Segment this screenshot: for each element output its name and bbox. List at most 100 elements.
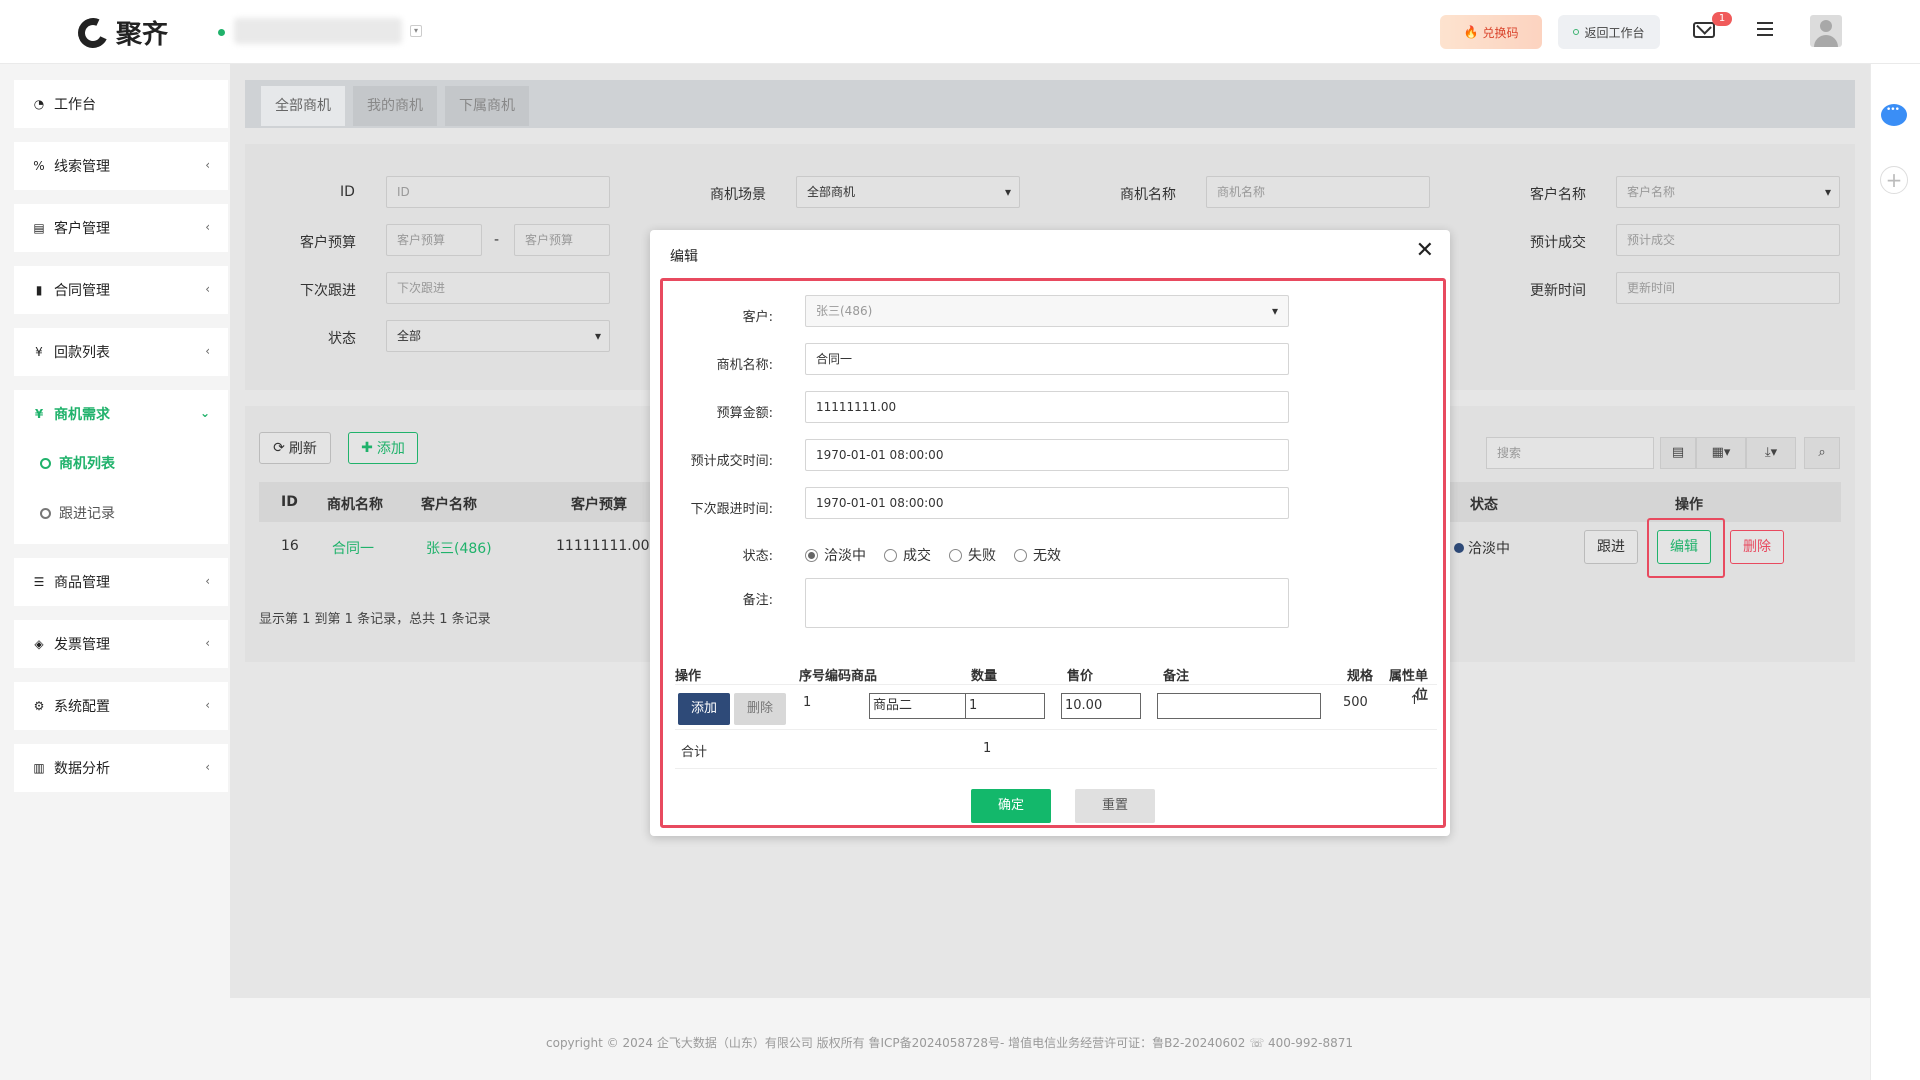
product-remark-input[interactable]: [1157, 693, 1321, 719]
footer-copyright: copyright © 2024 企飞大数据（山东）有限公司 版权所有 鲁ICP…: [546, 1036, 1354, 1050]
sidebar-item-customers[interactable]: ▤ 客户管理 ‹: [14, 204, 228, 252]
chevron-left-icon: ‹: [205, 220, 210, 234]
tab-all-opportunities[interactable]: 全部商机: [261, 86, 345, 126]
sidebar-item-settings[interactable]: ⚙ 系统配置 ‹: [14, 682, 228, 730]
reset-button[interactable]: 重置: [1075, 789, 1155, 823]
filter-budget-max-input[interactable]: 客户预算: [514, 224, 610, 256]
avatar[interactable]: [1810, 15, 1842, 47]
sidebar-item-payments[interactable]: ¥ 回款列表 ‹: [14, 328, 228, 376]
status-radio-deal[interactable]: 成交: [884, 545, 931, 565]
table-view-icon[interactable]: ▤: [1660, 437, 1696, 469]
filter-customer-select[interactable]: 客户名称: [1616, 176, 1840, 208]
radio-checked-icon: [805, 548, 818, 562]
remark-textarea[interactable]: [805, 578, 1289, 628]
filter-updated-input[interactable]: 更新时间: [1616, 272, 1840, 304]
chevron-left-icon: ‹: [205, 760, 210, 774]
filter-next-input[interactable]: 下次跟进: [386, 272, 610, 304]
status-radio-failed[interactable]: 失败: [949, 545, 996, 565]
redeem-button[interactable]: 🔥 兑换码: [1440, 15, 1542, 49]
search-icon[interactable]: ⌕: [1804, 437, 1840, 469]
filter-scene-select[interactable]: 全部商机: [796, 176, 1020, 208]
status-label: 状态:: [742, 549, 773, 564]
chevron-left-icon: ‹: [205, 282, 210, 296]
sum-label: 合计: [681, 745, 708, 760]
org-switcher[interactable]: [234, 18, 402, 44]
sidebar-item-workbench[interactable]: ◔ 工作台: [14, 80, 228, 128]
column-header-attr: 属性: [1389, 669, 1416, 684]
edit-highlight-box: [1647, 518, 1725, 578]
gears-icon: ⚙: [33, 699, 45, 713]
sidebar-item-products[interactable]: ☰ 商品管理 ‹: [14, 558, 228, 606]
sidebar: ◔ 工作台 % 线索管理 ‹ ▤ 客户管理 ‹ ▮ 合同管理 ‹ ¥ 回款列表 …: [14, 80, 228, 806]
sidebar-item-opportunities[interactable]: ¥ 商机需求 ⌄: [14, 390, 228, 438]
sidebar-item-analytics[interactable]: ▥ 数据分析 ‹: [14, 744, 228, 792]
filter-status-select[interactable]: 全部: [386, 320, 610, 352]
product-name-input[interactable]: 商品二: [869, 693, 969, 719]
hamburger-menu-icon[interactable]: [1757, 22, 1773, 36]
column-header-seq: 序号: [799, 669, 826, 684]
filter-status-label: 状态: [328, 331, 356, 347]
next-followup-input[interactable]: 1970-01-01 08:00:00: [805, 487, 1289, 519]
column-header-customer: 客户名称: [421, 497, 477, 513]
mail-icon[interactable]: [1693, 22, 1715, 38]
tab-my-opportunities[interactable]: 我的商机: [353, 86, 437, 126]
product-table-header: 操作 序号 编码 商品 数量 售价 备注 规格 属性 单位: [675, 663, 1437, 703]
product-qty-input[interactable]: 1: [965, 693, 1045, 719]
sidebar-item-contracts[interactable]: ▮ 合同管理 ‹: [14, 266, 228, 314]
arrow-up-icon[interactable]: ↑: [1409, 693, 1420, 708]
columns-icon[interactable]: ▦▾: [1696, 437, 1746, 469]
sidebar-subitem-followups[interactable]: 跟进记录: [14, 488, 228, 538]
row-customer-link[interactable]: 张三(486): [426, 538, 492, 558]
add-product-button[interactable]: 添加: [678, 693, 730, 725]
budget-input[interactable]: 11111111.00: [805, 391, 1289, 423]
delete-product-button[interactable]: 删除: [734, 693, 786, 725]
range-separator: -: [494, 232, 500, 248]
filter-id-input[interactable]: ID: [386, 176, 610, 208]
filter-name-label: 商机名称: [1120, 187, 1176, 203]
sidebar-subitem-opportunity-list[interactable]: 商机列表: [14, 438, 228, 488]
tab-subordinate-opportunities[interactable]: 下属商机: [445, 86, 529, 126]
column-header-op: 操作: [675, 669, 702, 684]
filter-updated-label: 更新时间: [1530, 283, 1586, 299]
filter-budget-min-input[interactable]: 客户预算: [386, 224, 482, 256]
column-header-spec: 规格: [1347, 669, 1374, 684]
circle-icon: [1573, 29, 1580, 35]
logo[interactable]: 聚齐: [73, 13, 169, 52]
expected-date-input[interactable]: 1970-01-01 08:00:00: [805, 439, 1289, 471]
status-radio-group: 洽淡中 成交 失败 无效: [805, 545, 1061, 565]
status-radio-negotiating[interactable]: 洽淡中: [805, 545, 866, 565]
filter-scene-label: 商机场景: [710, 187, 766, 203]
customer-select[interactable]: 张三(486): [805, 295, 1289, 327]
sum-row: 合计 1: [675, 729, 1437, 769]
opportunity-name-input[interactable]: 合同一: [805, 343, 1289, 375]
status-radio-invalid[interactable]: 无效: [1014, 545, 1061, 565]
back-to-workbench-button[interactable]: 返回工作台: [1558, 15, 1660, 49]
status-dot-icon: [1454, 543, 1464, 553]
column-header-status: 状态: [1470, 497, 1498, 513]
chat-icon[interactable]: [1881, 104, 1907, 126]
plus-icon[interactable]: +: [1880, 166, 1908, 194]
search-input[interactable]: 搜索: [1486, 437, 1654, 469]
sidebar-item-leads[interactable]: % 线索管理 ‹: [14, 142, 228, 190]
sidebar-item-invoices[interactable]: ◈ 发票管理 ‹: [14, 620, 228, 668]
filter-expected-input[interactable]: 预计成交: [1616, 224, 1840, 256]
add-button[interactable]: ✚ 添加: [348, 432, 418, 464]
refresh-button[interactable]: ⟳ 刷新: [259, 432, 331, 464]
product-price-input[interactable]: 10.00: [1061, 693, 1141, 719]
filter-customer-label: 客户名称: [1530, 187, 1586, 203]
circle-icon: [40, 507, 51, 519]
brand-name: 聚齐: [116, 20, 169, 50]
confirm-button[interactable]: 确定: [971, 789, 1051, 823]
delete-button[interactable]: 删除: [1730, 530, 1784, 564]
expected-date-label: 预计成交时间:: [690, 454, 773, 469]
link-icon: %: [33, 159, 45, 173]
close-icon[interactable]: ✕: [1416, 238, 1434, 263]
filter-name-input[interactable]: 商机名称: [1206, 176, 1430, 208]
export-icon[interactable]: ⤓▾: [1746, 437, 1796, 469]
filter-next-label: 下次跟进: [300, 283, 356, 299]
row-name-link[interactable]: 合同一: [332, 538, 374, 558]
follow-up-button[interactable]: 跟进: [1584, 530, 1638, 564]
chevron-down-icon[interactable]: ▾: [410, 25, 422, 37]
column-header-product: 商品: [851, 669, 878, 684]
column-header-budget: 客户预算: [571, 497, 627, 513]
